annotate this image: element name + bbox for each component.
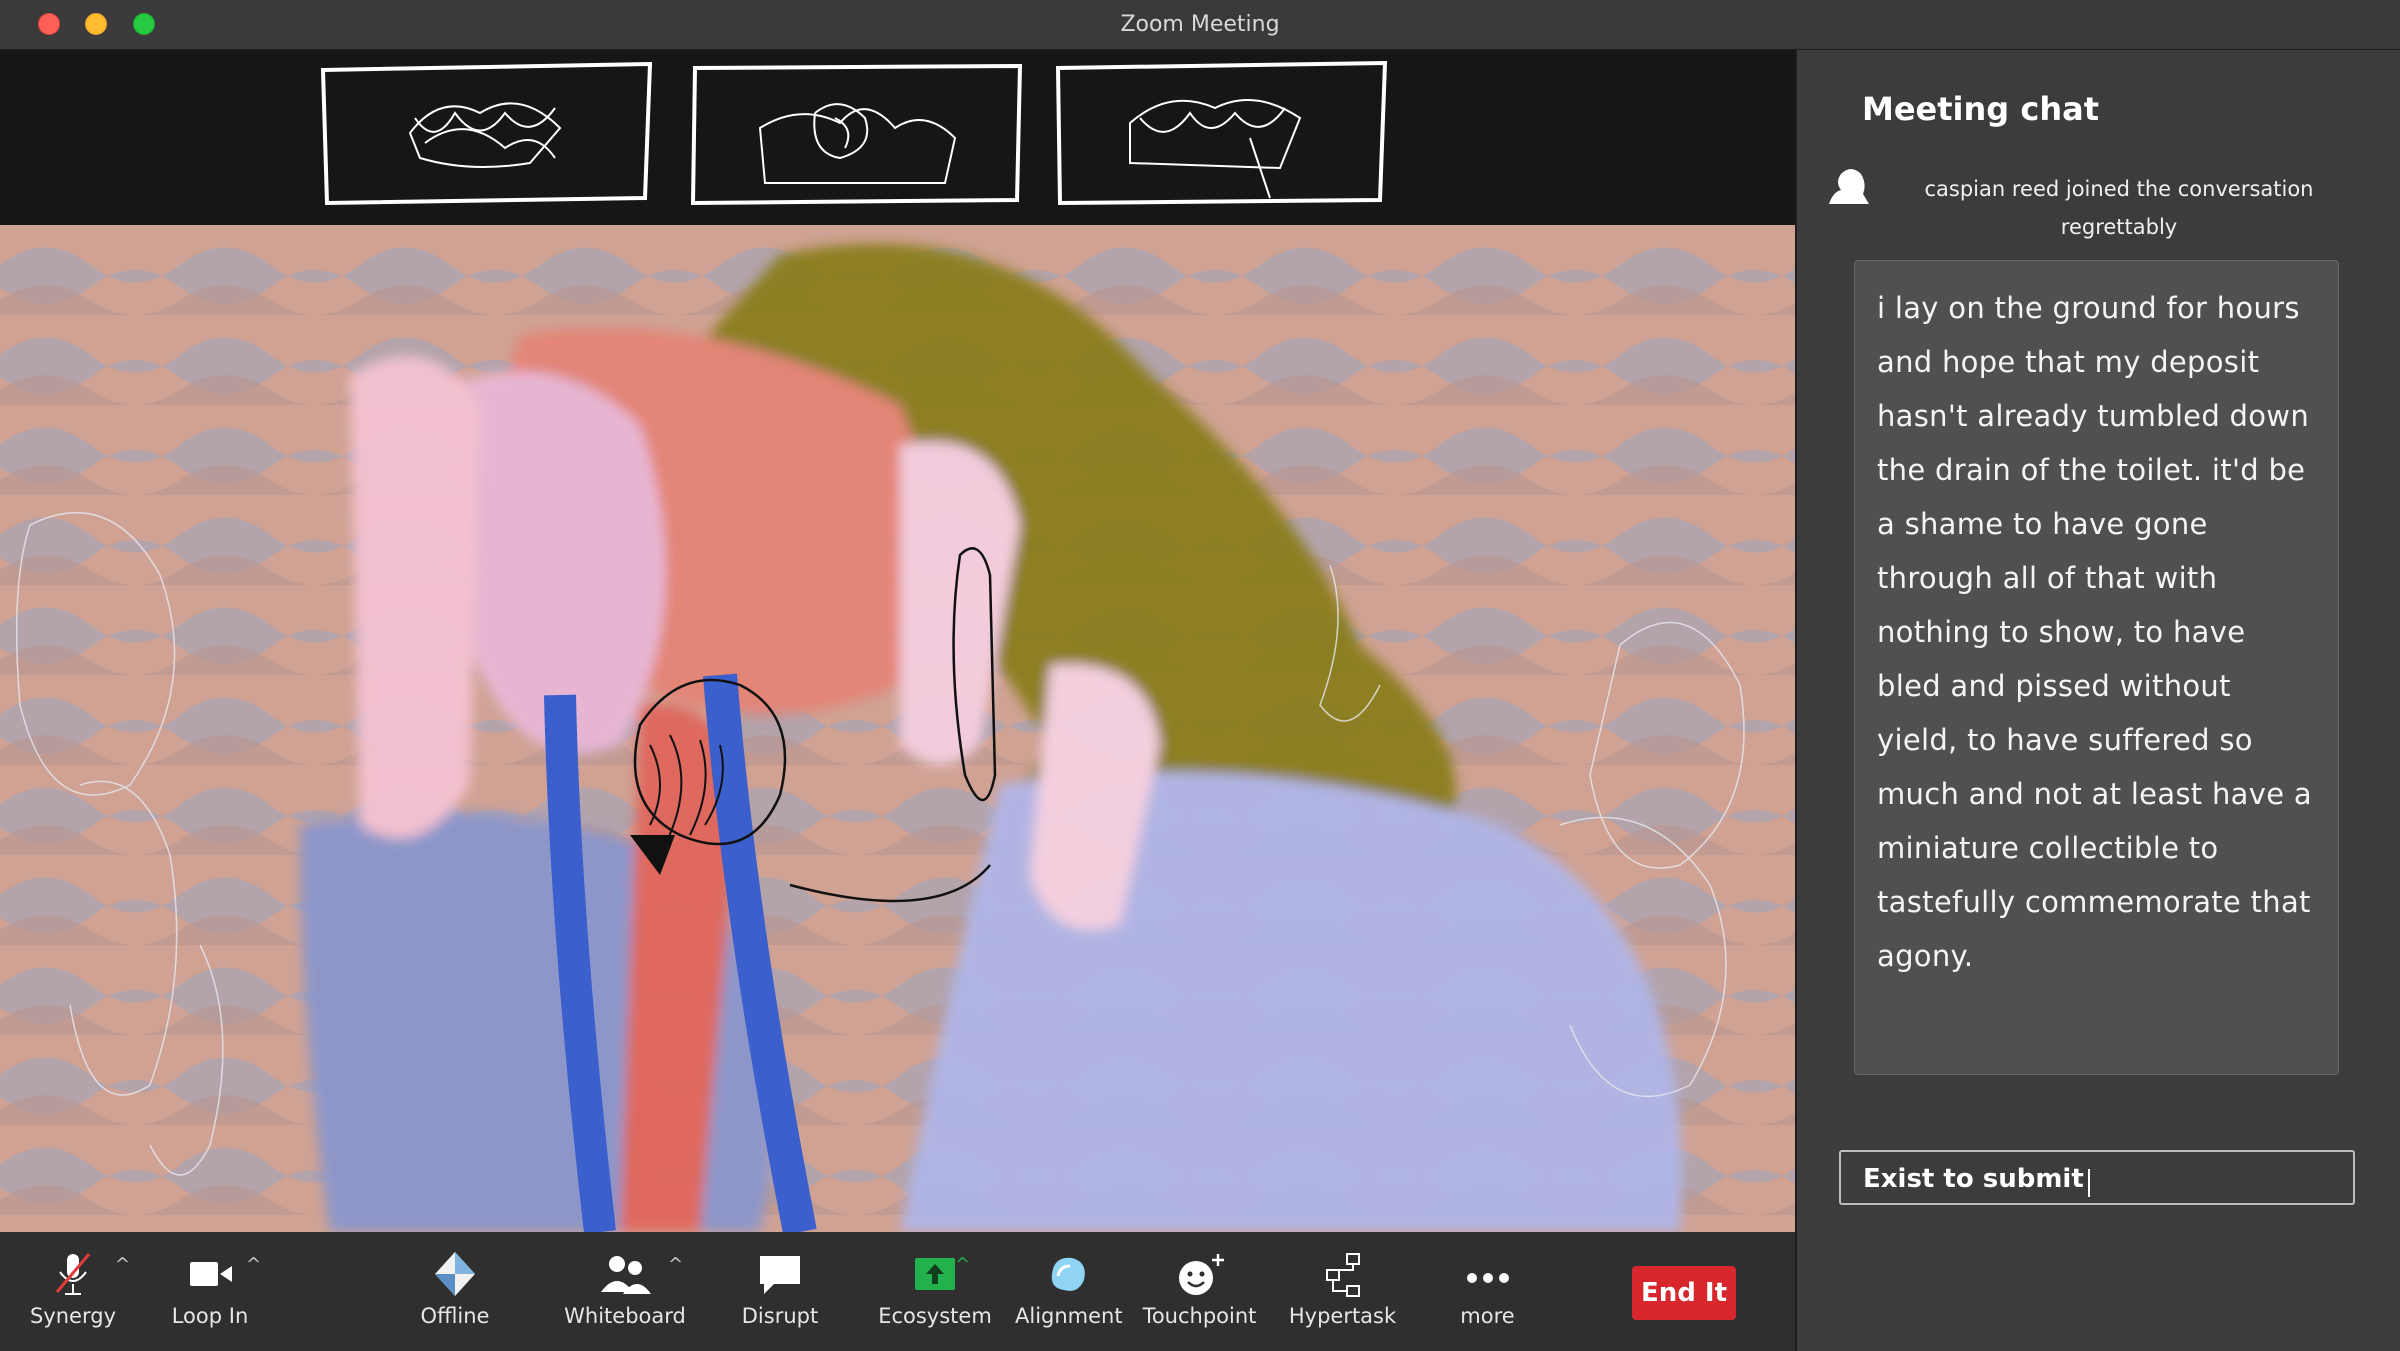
- flowchart-icon: [1325, 1253, 1360, 1297]
- loop-in-button[interactable]: Loop In: [160, 1232, 260, 1351]
- offline-button[interactable]: Offline: [405, 1232, 505, 1351]
- participant-thumbnail-3[interactable]: [1050, 58, 1395, 208]
- meeting-chat-panel: Meeting chat caspian reed joined the con…: [1795, 50, 2400, 1351]
- synergy-options-chevron-icon[interactable]: ^: [115, 1254, 130, 1275]
- chat-title: Meeting chat: [1862, 90, 2099, 128]
- chat-message-bubble: i lay on the ground for hours and hope t…: [1854, 260, 2339, 1075]
- alignment-button[interactable]: Alignment: [1015, 1232, 1123, 1351]
- speech-bubble-icon: [760, 1256, 800, 1294]
- chat-input[interactable]: Exist to submit: [1839, 1150, 2355, 1205]
- hypertask-button[interactable]: Hypertask: [1280, 1232, 1405, 1351]
- muted-microphone-icon: [55, 1253, 91, 1295]
- text-caret: [2087, 1168, 2090, 1197]
- more-label: more: [1460, 1304, 1515, 1328]
- touchpoint-label: Touchpoint: [1142, 1304, 1257, 1328]
- meeting-toolbar: Synergy ^ Loop In ^ Offline Whiteboard ^: [0, 1232, 1795, 1351]
- synergy-label: Synergy: [29, 1304, 116, 1328]
- whiteboard-button[interactable]: Whiteboard: [560, 1232, 690, 1351]
- touchpoint-button[interactable]: Touchpoint: [1142, 1232, 1257, 1351]
- loop-in-options-chevron-icon[interactable]: ^: [246, 1254, 261, 1275]
- join-notice-text: caspian reed joined the conversation reg…: [1924, 177, 2314, 239]
- ecosystem-label: Ecosystem: [878, 1304, 992, 1328]
- chat-message-text: i lay on the ground for hours and hope t…: [1877, 291, 2312, 973]
- participants-icon: [601, 1256, 651, 1294]
- video-camera-icon: [190, 1262, 232, 1286]
- main-video-feed: [0, 225, 1795, 1232]
- participant-thumbnail-2[interactable]: [685, 58, 1030, 208]
- ecosystem-options-chevron-icon[interactable]: ^: [955, 1254, 970, 1275]
- hypertask-label: Hypertask: [1288, 1304, 1397, 1328]
- diamond-icon: [435, 1252, 475, 1296]
- participant-thumbnail-strip: [0, 50, 1795, 225]
- chat-input-value: Exist to submit: [1863, 1164, 2084, 1194]
- offline-label: Offline: [420, 1304, 490, 1328]
- window-title: Zoom Meeting: [1120, 12, 1280, 37]
- more-dots-icon: [1466, 1273, 1509, 1283]
- blob-icon: [1051, 1257, 1085, 1291]
- ecosystem-button[interactable]: Ecosystem: [875, 1232, 995, 1351]
- smiley-plus-icon: [1178, 1254, 1224, 1295]
- participant-thumbnail-1[interactable]: [315, 58, 660, 208]
- title-bar: Zoom Meeting: [0, 0, 2400, 50]
- join-notice-row: caspian reed joined the conversation reg…: [1827, 162, 2387, 242]
- user-icon: [1829, 169, 1869, 204]
- whiteboard-label: Whiteboard: [564, 1304, 686, 1328]
- synergy-button[interactable]: Synergy: [18, 1232, 128, 1351]
- disrupt-button[interactable]: Disrupt: [725, 1232, 835, 1351]
- more-button[interactable]: more: [1435, 1232, 1540, 1351]
- loop-in-label: Loop In: [171, 1304, 249, 1328]
- whiteboard-options-chevron-icon[interactable]: ^: [668, 1254, 683, 1275]
- disrupt-label: Disrupt: [741, 1304, 819, 1328]
- end-meeting-button[interactable]: End It: [1632, 1266, 1736, 1320]
- alignment-label: Alignment: [1015, 1304, 1123, 1328]
